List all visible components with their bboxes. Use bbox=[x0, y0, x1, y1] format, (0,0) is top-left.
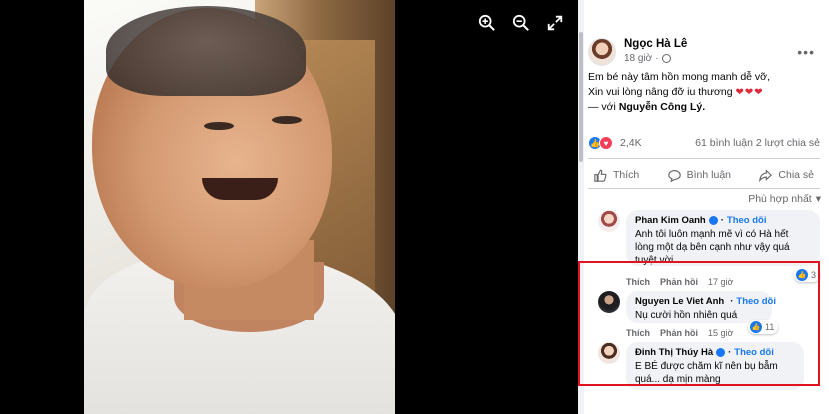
zoom-out-button[interactable] bbox=[510, 12, 532, 34]
follow-button[interactable]: Theo dõi bbox=[734, 347, 774, 358]
comment-bubble: Đinh Thị Thúy Hà · Theo dõi E BÉ được ch… bbox=[626, 342, 804, 390]
zoom-out-icon bbox=[512, 14, 529, 31]
commenter-avatar[interactable] bbox=[598, 291, 620, 313]
divider bbox=[588, 188, 820, 189]
follow-button[interactable]: Theo dõi bbox=[736, 296, 776, 307]
comment-actions: Thích Phản hồi 15 giờ bbox=[626, 328, 733, 338]
post-stats: 👍 ♥ 2,4K 61 bình luận 2 lượt chia sẻ bbox=[588, 136, 820, 152]
commenter-name[interactable]: Đinh Thị Thúy Hà bbox=[635, 347, 713, 358]
zoom-in-button[interactable] bbox=[476, 12, 498, 34]
like-reaction-icon: 👍 bbox=[796, 269, 808, 281]
sort-label: Phù hợp nhất bbox=[748, 193, 812, 205]
comment-reply-link[interactable]: Phản hồi bbox=[660, 277, 698, 287]
post-panel: Ngọc Hà Lê 18 giờ · ••• Em bé này tâm hồ… bbox=[578, 0, 829, 414]
tagged-with: — với Nguyễn Công Lý. bbox=[588, 101, 706, 113]
photo-eye-left bbox=[204, 122, 234, 130]
comment-button[interactable]: Bình luận bbox=[662, 164, 737, 186]
scrollbar-thumb[interactable] bbox=[579, 32, 583, 162]
follow-button[interactable]: Theo dõi bbox=[727, 215, 767, 226]
post-meta: 18 giờ · bbox=[624, 53, 671, 64]
comment-reaction-count[interactable]: 👍 3 bbox=[794, 268, 821, 282]
thumbs-up-icon bbox=[594, 169, 607, 182]
like-button[interactable]: Thích bbox=[588, 164, 645, 186]
zoom-in-icon bbox=[478, 14, 495, 31]
caption-line-1: Em bé này tâm hồn mong manh dễ vỡ, bbox=[588, 71, 770, 83]
comment-icon bbox=[667, 169, 681, 182]
verified-badge-icon bbox=[716, 348, 726, 357]
comment-actions: Thích Phản hồi 17 giờ bbox=[626, 277, 733, 287]
author-name[interactable]: Ngọc Hà Lê bbox=[624, 38, 687, 50]
comment-bubble: Phan Kim Oanh · Theo dõi Anh tôi luôn mạ… bbox=[626, 210, 820, 266]
comment-text: Anh tôi luôn mạnh mẽ vì có Hà hết lòng m… bbox=[635, 229, 790, 266]
photo-eye-right bbox=[272, 116, 302, 124]
comment-sort-dropdown[interactable]: Phù hợp nhất ▾ bbox=[748, 193, 821, 205]
viewer-toolbar bbox=[476, 12, 566, 34]
reaction-count[interactable]: 2,4K bbox=[620, 137, 642, 149]
divider bbox=[588, 158, 820, 159]
comments-count-link[interactable]: 61 bình luận bbox=[695, 137, 753, 149]
comment-like-link[interactable]: Thích bbox=[626, 277, 650, 287]
hearts-emoji: ❤❤❤ bbox=[735, 87, 764, 98]
comment-time[interactable]: 15 giờ bbox=[708, 328, 733, 338]
love-reaction-icon: ♥ bbox=[599, 136, 613, 150]
share-icon bbox=[759, 168, 773, 182]
comment-text: E BÉ được chăm kĩ nên bụ bẫm quá... dạ m… bbox=[635, 361, 778, 385]
post-caption: Em bé này tâm hồn mong manh dễ vỡ, Xin v… bbox=[588, 70, 820, 115]
verified-badge-icon bbox=[708, 216, 718, 225]
photo-smile bbox=[202, 178, 278, 200]
post-time[interactable]: 18 giờ bbox=[624, 53, 652, 64]
chevron-down-icon: ▾ bbox=[815, 193, 821, 205]
comment-time[interactable]: 17 giờ bbox=[708, 277, 733, 287]
commenter-name[interactable]: Nguyen Le Viet Anh bbox=[635, 296, 724, 307]
author-avatar[interactable] bbox=[588, 38, 616, 66]
post-header: Ngọc Hà Lê 18 giờ · ••• bbox=[588, 34, 829, 66]
fullscreen-icon bbox=[547, 15, 563, 31]
comment-button-label: Bình luận bbox=[686, 169, 732, 181]
share-button[interactable]: Chia sẻ bbox=[753, 164, 820, 186]
photo-viewer bbox=[0, 0, 578, 414]
like-reaction-icon: 👍 bbox=[750, 321, 762, 333]
comment-reaction-count[interactable]: 👍 11 bbox=[748, 320, 779, 334]
comment-text: Nụ cười hồn nhiên quá bbox=[635, 310, 738, 321]
commenter-avatar[interactable] bbox=[598, 342, 620, 364]
post-actions: Thích Bình luận Chia sẻ bbox=[588, 164, 820, 186]
comment-like-link[interactable]: Thích bbox=[626, 328, 650, 338]
post-photo[interactable] bbox=[84, 0, 395, 414]
photo-hair bbox=[106, 6, 306, 96]
commenter-avatar[interactable] bbox=[598, 210, 620, 232]
comment-bubble: Nguyen Le Viet Anh · Theo dõi Nụ cười hồ… bbox=[626, 291, 776, 323]
reaction-icons[interactable]: 👍 ♥ bbox=[588, 136, 613, 150]
commenter-name[interactable]: Phan Kim Oanh bbox=[635, 215, 706, 226]
comment-reply-link[interactable]: Phản hồi bbox=[660, 328, 698, 338]
fullscreen-button[interactable] bbox=[544, 12, 566, 34]
more-options-icon[interactable]: ••• bbox=[797, 44, 815, 60]
globe-icon bbox=[661, 54, 671, 63]
caption-line-2: Xin vui lòng nâng đỡ iu thương bbox=[588, 86, 733, 98]
like-button-label: Thích bbox=[613, 169, 640, 181]
scrollbar-track[interactable] bbox=[578, 0, 584, 414]
share-button-label: Chia sẻ bbox=[778, 169, 814, 181]
shares-count-link[interactable]: 2 lượt chia sẻ bbox=[756, 137, 820, 149]
tagged-person-link[interactable]: Nguyễn Công Lý. bbox=[619, 101, 705, 113]
